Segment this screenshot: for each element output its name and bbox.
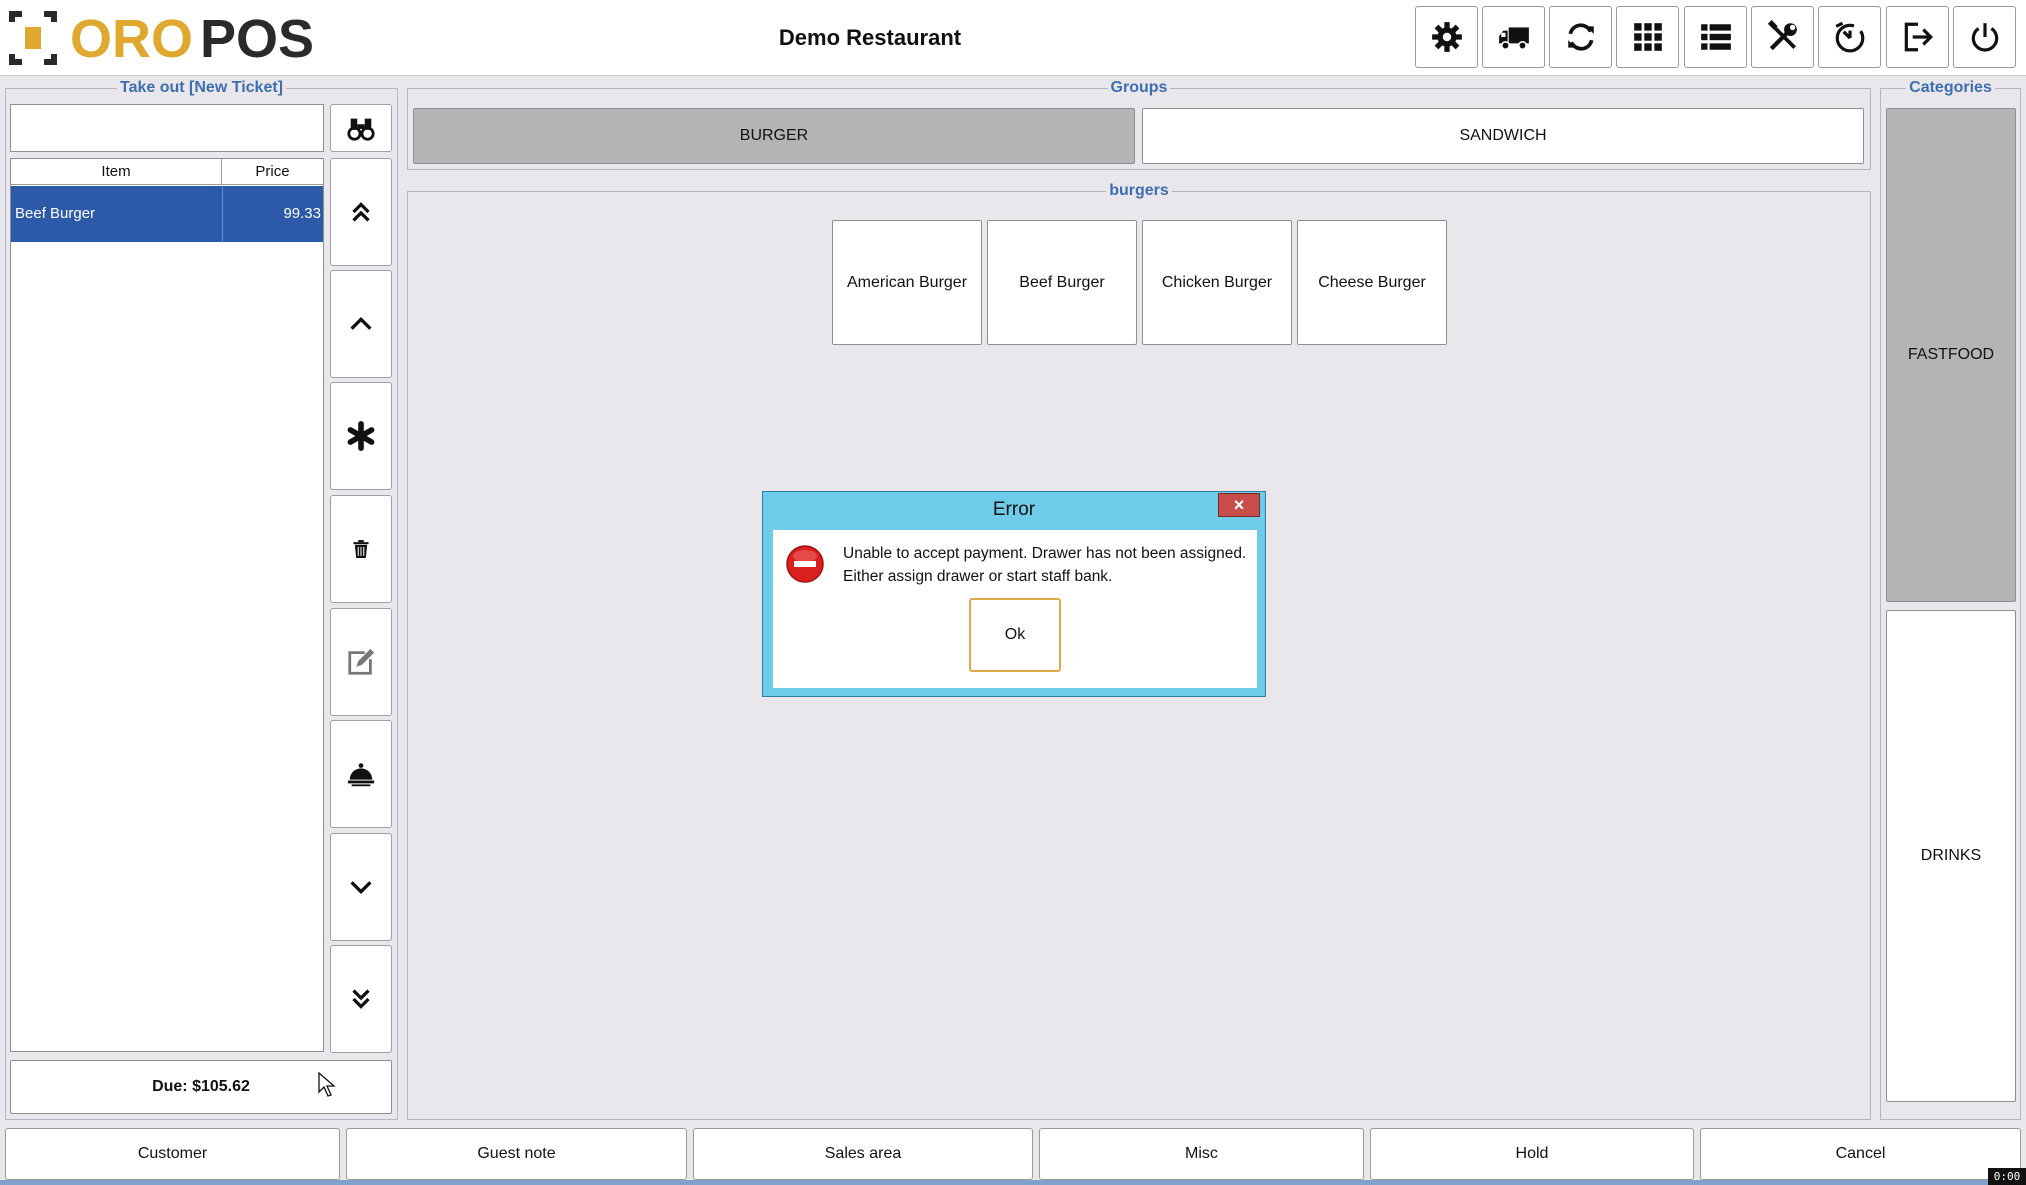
scroll-top-button[interactable] <box>330 158 392 266</box>
groups-panel-title: Groups <box>408 78 1870 98</box>
categories-panel-title: Categories <box>1881 78 2020 98</box>
guest-note-button[interactable]: Guest note <box>346 1128 687 1180</box>
column-header-item[interactable]: Item <box>11 159 222 185</box>
menu-items-panel-title: burgers <box>408 181 1870 201</box>
taskbar-strip <box>0 1180 2026 1185</box>
table-row[interactable]: Beef Burger 99.33 <box>11 186 323 242</box>
group-sandwich-button[interactable]: SANDWICH <box>1142 108 1864 164</box>
group-burger-button[interactable]: BURGER <box>413 108 1135 164</box>
dialog-message-line-1: Unable to accept payment. Drawer has not… <box>843 545 1247 562</box>
stop-icon <box>786 545 824 583</box>
ticket-search-input[interactable] <box>10 104 324 152</box>
truck-icon <box>1498 27 1529 51</box>
ticket-panel-title: Take out [New Ticket] <box>6 78 397 98</box>
dialog-body: Unable to accept payment. Drawer has not… <box>773 530 1257 688</box>
menu-item-cheese-burger[interactable]: Cheese Burger <box>1297 220 1447 345</box>
dialog-message: Unable to accept payment. Drawer has not… <box>843 542 1253 588</box>
customer-button[interactable]: Customer <box>5 1128 340 1180</box>
mouse-cursor-icon <box>318 1072 336 1097</box>
double-chevron-up-icon <box>352 202 370 222</box>
dialog-ok-button[interactable]: Ok <box>969 598 1061 672</box>
tools-icon <box>1767 20 1797 51</box>
scroll-up-button[interactable] <box>330 270 392 378</box>
gear-icon <box>1431 22 1462 52</box>
list-view-button[interactable] <box>1684 6 1747 68</box>
delete-button[interactable] <box>330 495 392 603</box>
error-dialog: Error × Unable to accept payment. Drawer… <box>762 491 1266 697</box>
edit-button[interactable] <box>330 608 392 716</box>
menu-item-chicken-burger[interactable]: Chicken Burger <box>1142 220 1292 345</box>
dialog-close-button[interactable]: × <box>1218 493 1260 517</box>
power-icon <box>1971 23 1998 52</box>
logout-button[interactable] <box>1886 6 1949 68</box>
refresh-icon <box>1567 23 1594 51</box>
search-button[interactable] <box>330 104 392 152</box>
dialog-title: Error <box>992 499 1036 520</box>
tools-button[interactable] <box>1751 6 1814 68</box>
grid-view-button[interactable] <box>1616 6 1679 68</box>
dialog-message-line-2: Either assign drawer or start staff bank… <box>843 568 1113 585</box>
menu-item-beef-burger[interactable]: Beef Burger <box>987 220 1137 345</box>
category-fastfood-button[interactable]: FASTFOOD <box>1886 108 2016 602</box>
cooking-button[interactable] <box>330 720 392 828</box>
grid-icon <box>1633 23 1662 51</box>
column-header-price[interactable]: Price <box>222 159 323 185</box>
ticket-items-table: Item Price Beef Burger 99.33 <box>10 158 324 1052</box>
double-chevron-down-icon <box>352 989 370 1009</box>
modifier-button[interactable] <box>330 382 392 490</box>
hold-button[interactable]: Hold <box>1370 1128 1694 1180</box>
scroll-bottom-button[interactable] <box>330 945 392 1053</box>
clock-button[interactable] <box>1818 6 1881 68</box>
recording-timer: 0:00 <box>1988 1168 2026 1185</box>
edit-icon <box>348 648 375 675</box>
misc-button[interactable]: Misc <box>1039 1128 1364 1180</box>
close-icon: × <box>1233 494 1245 515</box>
chevron-up-icon <box>350 316 372 330</box>
refresh-button[interactable] <box>1549 6 1612 68</box>
trash-icon <box>353 540 369 558</box>
row-item-price: 99.33 <box>222 186 323 242</box>
sales-area-button[interactable]: Sales area <box>693 1128 1033 1180</box>
logout-icon <box>1904 22 1933 52</box>
power-button[interactable] <box>1953 6 2016 68</box>
chevron-down-icon <box>350 881 372 895</box>
cloche-icon <box>347 763 375 787</box>
menu-item-american-burger[interactable]: American Burger <box>832 220 982 345</box>
cancel-button[interactable]: Cancel <box>1700 1128 2021 1180</box>
binoculars-icon <box>347 118 375 141</box>
scroll-down-button[interactable] <box>330 833 392 941</box>
asterisk-icon <box>347 421 375 451</box>
header-bar: ORO POS Demo Restaurant <box>0 0 2026 76</box>
clock-icon <box>1834 21 1864 53</box>
store-title: Demo Restaurant <box>778 25 962 50</box>
delivery-button[interactable] <box>1482 6 1545 68</box>
list-icon <box>1700 24 1731 50</box>
row-item-name: Beef Burger <box>15 205 96 222</box>
category-drinks-button[interactable]: DRINKS <box>1886 610 2016 1102</box>
settings-button[interactable] <box>1415 6 1478 68</box>
